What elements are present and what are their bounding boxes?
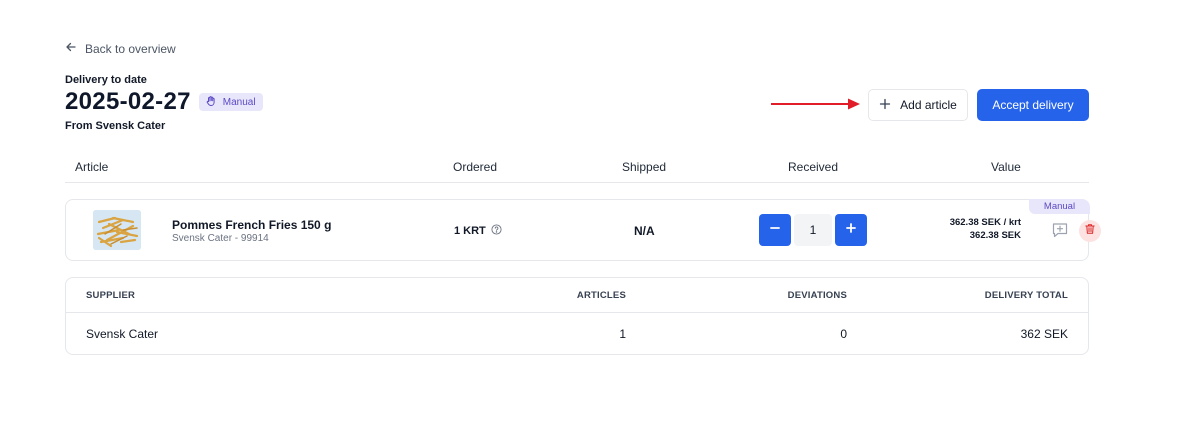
- summary-header-articles: ARTICLES: [576, 290, 626, 301]
- summary-supplier: Svensk Cater: [86, 327, 159, 341]
- manual-badge-label: Manual: [222, 96, 256, 108]
- add-article-button[interactable]: Add article: [868, 89, 968, 121]
- page-subtitle: Delivery to date: [65, 74, 147, 86]
- column-header-ordered: Ordered: [453, 160, 498, 174]
- table-row: Pommes French Fries 150 g Svensk Cater -…: [65, 199, 1101, 261]
- summary-articles: 1: [619, 327, 626, 341]
- article-name: Pommes French Fries 150 g: [172, 218, 332, 232]
- article-supplier-code: Svensk Cater - 99914: [172, 233, 269, 244]
- back-link-label: Back to overview: [85, 41, 176, 56]
- manual-badge: Manual: [198, 93, 263, 111]
- summary-delivery-total: 362 SEK: [1020, 327, 1068, 341]
- page-title: 2025-02-27: [65, 88, 191, 115]
- back-to-overview-link[interactable]: Back to overview: [65, 41, 176, 56]
- header-divider: [65, 182, 1089, 183]
- column-header-shipped: Shipped: [622, 160, 667, 174]
- summary-divider: [66, 312, 1088, 313]
- received-quantity-input[interactable]: 1: [794, 214, 832, 246]
- title-row: 2025-02-27 Manual: [65, 88, 263, 116]
- column-header-article: Article: [75, 160, 109, 174]
- ordered-quantity: 1 KRT: [454, 224, 502, 238]
- summary-header-deviations: DEVIATIONS: [787, 290, 847, 301]
- increment-button[interactable]: [835, 214, 867, 246]
- minus-icon: [769, 221, 781, 239]
- accept-delivery-button[interactable]: Accept delivery: [977, 89, 1089, 121]
- arrow-left-icon: [65, 41, 77, 56]
- column-header-received: Received: [788, 160, 839, 174]
- help-circle-icon[interactable]: [491, 224, 502, 238]
- column-header-value: Value: [991, 160, 1021, 174]
- summary-header-delivery-total: DELIVERY TOTAL: [984, 290, 1068, 301]
- trash-icon: [1084, 222, 1096, 240]
- summary-deviations: 0: [840, 327, 847, 341]
- row-total: 362.38 SEK: [969, 230, 1021, 241]
- plus-icon: [879, 98, 891, 113]
- message-plus-icon: [1051, 223, 1069, 243]
- shipped-value: N/A: [634, 224, 655, 238]
- ordered-value: 1 KRT: [454, 225, 486, 237]
- decrement-button[interactable]: [759, 214, 791, 246]
- annotation-arrow-icon: [771, 98, 860, 110]
- add-comment-button[interactable]: [1051, 221, 1069, 239]
- row-manual-badge: Manual: [1029, 199, 1090, 214]
- delete-article-button[interactable]: [1079, 220, 1101, 242]
- plus-icon: [845, 221, 857, 239]
- delivery-summary: SUPPLIER ARTICLES DEVIATIONS DELIVERY TO…: [65, 277, 1089, 355]
- add-article-label: Add article: [900, 98, 957, 112]
- unit-price: 362.38 SEK / krt: [949, 217, 1021, 228]
- summary-header-supplier: SUPPLIER: [86, 290, 136, 301]
- hand-icon: [205, 95, 217, 110]
- product-image: [93, 210, 141, 250]
- supplier-origin: From Svensk Cater: [65, 120, 166, 132]
